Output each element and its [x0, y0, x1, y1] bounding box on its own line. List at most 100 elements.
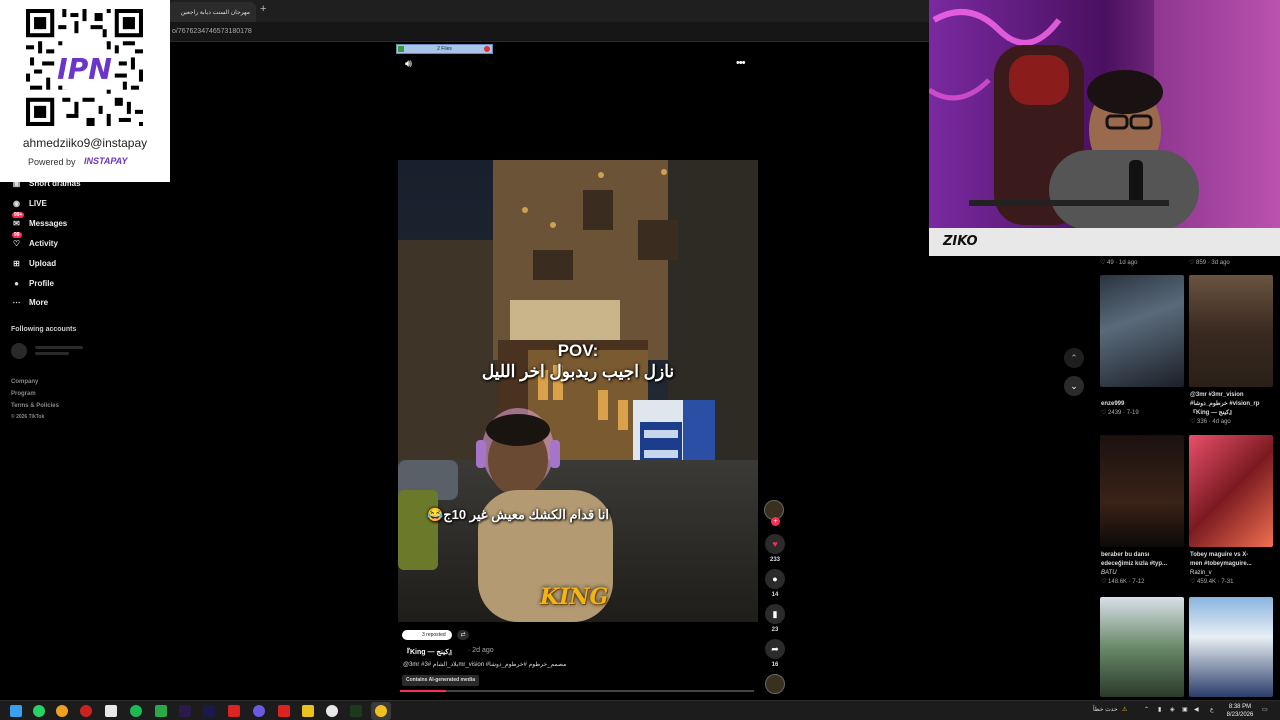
- video-meta: ♡ 336 · 4d ago: [1190, 419, 1231, 425]
- acrobat-icon[interactable]: [278, 705, 290, 717]
- video-thumbnail[interactable]: [1100, 597, 1184, 697]
- whatsapp-icon[interactable]: [33, 705, 45, 717]
- premiere-icon[interactable]: [179, 705, 191, 717]
- warning-icon[interactable]: ⚠: [1122, 706, 1127, 713]
- system-clock[interactable]: 8:38 PM 8/23/2026: [1222, 703, 1258, 719]
- video-meta: ♡ 859 · 3d ago: [1189, 260, 1230, 266]
- chrome-active-icon[interactable]: [375, 705, 387, 717]
- sidebar-item-profile[interactable]: ● Profile: [11, 275, 54, 291]
- svg-text:IPN: IPN: [57, 53, 112, 86]
- chevron-down-icon: ⌄: [1070, 380, 1078, 391]
- discord-icon[interactable]: [253, 705, 265, 717]
- webcam-overlay: ZIKO: [929, 0, 1280, 256]
- post-date: · 2d ago: [468, 647, 494, 654]
- like-button[interactable]: ♥: [765, 534, 785, 554]
- video-title-line2: edeceğimiz kızla #typ...: [1101, 561, 1168, 567]
- instapay-qr-card: IPN ahmedziiko9@instapay Powered by INST…: [0, 0, 170, 182]
- comment-button[interactable]: ●: [765, 569, 785, 589]
- sidebar-item-activity[interactable]: ♡ 99 Activity: [11, 231, 58, 251]
- volume-icon[interactable]: 🔊︎: [405, 58, 412, 71]
- downloads-chip[interactable]: 2 Files: [396, 44, 493, 54]
- video-thumbnail[interactable]: [1100, 275, 1184, 387]
- webcam-scene: [929, 0, 1280, 256]
- notification-app-icon[interactable]: [155, 705, 167, 717]
- notifications-icon[interactable]: ▭: [1262, 706, 1268, 713]
- repost-badge[interactable]: 3 reposted: [402, 630, 452, 640]
- sidebar-item-label: Activity: [29, 238, 58, 248]
- adobe-icon[interactable]: [228, 705, 240, 717]
- tray-chevron-icon[interactable]: ⌃: [1144, 706, 1149, 713]
- video-thumbnail[interactable]: [1189, 597, 1273, 697]
- chrome-icon[interactable]: [326, 705, 338, 717]
- streamer-logo: ZIKO: [943, 234, 978, 249]
- sidebar-item-upload[interactable]: ⊞ Upload: [11, 255, 56, 271]
- repost-icon[interactable]: ⇄: [457, 630, 469, 640]
- terminal-icon[interactable]: [350, 705, 362, 717]
- footer-terms-link[interactable]: Terms & Policies: [11, 403, 59, 409]
- next-video-button[interactable]: ⌄: [1064, 376, 1084, 396]
- sidebar-item-live[interactable]: ◉ LIVE: [11, 195, 47, 211]
- save-button[interactable]: ▮: [765, 604, 785, 624]
- pov-text: نازل اجيب ريدبول اخر الليل: [481, 362, 675, 381]
- video-title: beraber bu dansı: [1101, 552, 1150, 558]
- post-author[interactable]: 『King — كينج』: [403, 647, 456, 657]
- more-options-icon[interactable]: •••: [736, 57, 746, 69]
- sidebar-item-label: Profile: [29, 278, 54, 288]
- browser-icon[interactable]: [80, 705, 92, 717]
- close-icon[interactable]: [484, 46, 490, 52]
- weather-status[interactable]: حدث خطأ: [1093, 706, 1118, 713]
- follow-plus-icon[interactable]: +: [771, 517, 780, 526]
- sound-disc-icon[interactable]: [765, 674, 785, 694]
- sidebar-item-label: LIVE: [29, 198, 47, 208]
- footer-copyright: © 2026 TikTok: [11, 414, 45, 420]
- app-icon[interactable]: [56, 705, 68, 717]
- messages-icon: ✉ 99+: [12, 211, 25, 228]
- windows-taskbar: حدث خطأ ⚠ ⌃ ▮ ◈ ▣ ◀ ع 8:38 PM 8/23/2026 …: [0, 700, 1280, 720]
- pov-label: POV:: [557, 341, 599, 360]
- video-player[interactable]: POV: نازل اجيب ريدبول اخر الليل انا قدام…: [398, 160, 758, 622]
- video-title-line2: #خرطوم_دوشا #vision_rp: [1190, 401, 1260, 407]
- post-hashtags[interactable]: @3mr #بلاد_الشام #3mr_vision #مصمم_خرطوم…: [403, 661, 566, 668]
- footer-program-link[interactable]: Program: [11, 391, 36, 397]
- video-meta: ♡ 49 · 1d ago: [1100, 260, 1138, 266]
- after-effects-icon[interactable]: [203, 705, 215, 717]
- network-icon[interactable]: ◈: [1170, 706, 1175, 713]
- video-thumbnail[interactable]: [1189, 275, 1273, 387]
- save-count: 23: [771, 627, 779, 633]
- more-icon: ⋯: [12, 297, 21, 307]
- video-caption: انا قدام الكشك معيش غير 10ج😂: [427, 507, 609, 522]
- video-meta: ♡ 2439 · 7-19: [1101, 410, 1139, 416]
- video-progress-bar[interactable]: [400, 690, 754, 692]
- windows-start-icon[interactable]: [10, 705, 22, 717]
- clock-date: 8/23/2026: [1226, 712, 1254, 718]
- video-meta: ♡ 148.6K · 7-12: [1101, 579, 1145, 585]
- language-indicator[interactable]: ع: [1210, 706, 1214, 713]
- sidebar-item-label: Messages: [29, 218, 68, 228]
- video-thumbnail[interactable]: [1189, 435, 1273, 547]
- creator-avatar[interactable]: +: [764, 500, 784, 526]
- footer-company-link[interactable]: Company: [11, 379, 38, 385]
- spotify-icon[interactable]: [130, 705, 142, 717]
- following-accounts-title: Following accounts: [11, 326, 77, 333]
- instapay-logo: INSTAPAY: [84, 156, 128, 166]
- video-title-line3: 『King — كينج』: [1190, 410, 1236, 416]
- video-author: BATU: [1101, 570, 1117, 576]
- store-icon[interactable]: [105, 705, 117, 717]
- chevron-up-icon: ⌃: [1070, 352, 1078, 363]
- video-title: enze999: [1101, 401, 1125, 407]
- bookmark-icon: ▮: [772, 608, 778, 619]
- tray-app2-icon[interactable]: ▣: [1182, 706, 1188, 713]
- tray-app-icon[interactable]: ▮: [1158, 706, 1161, 713]
- share-button[interactable]: ➦: [765, 639, 785, 659]
- instapay-handle: ahmedziiko9@instapay: [22, 136, 148, 150]
- volume-tray-icon[interactable]: ◀: [1194, 706, 1199, 713]
- video-thumbnail[interactable]: [1100, 435, 1184, 547]
- files-icon[interactable]: [302, 705, 314, 717]
- sidebar-item-more[interactable]: ⋯ More: [11, 294, 49, 310]
- following-name-placeholder: [35, 346, 83, 349]
- previous-video-button[interactable]: ⌃: [1064, 348, 1084, 368]
- new-tab-button[interactable]: +: [260, 3, 266, 15]
- sidebar-item-messages[interactable]: ✉ 99+ Messages: [11, 211, 68, 231]
- powered-by-label: Powered by: [28, 157, 76, 167]
- browser-tab[interactable]: مهرجان السنت ديابة راجعين: [168, 2, 256, 22]
